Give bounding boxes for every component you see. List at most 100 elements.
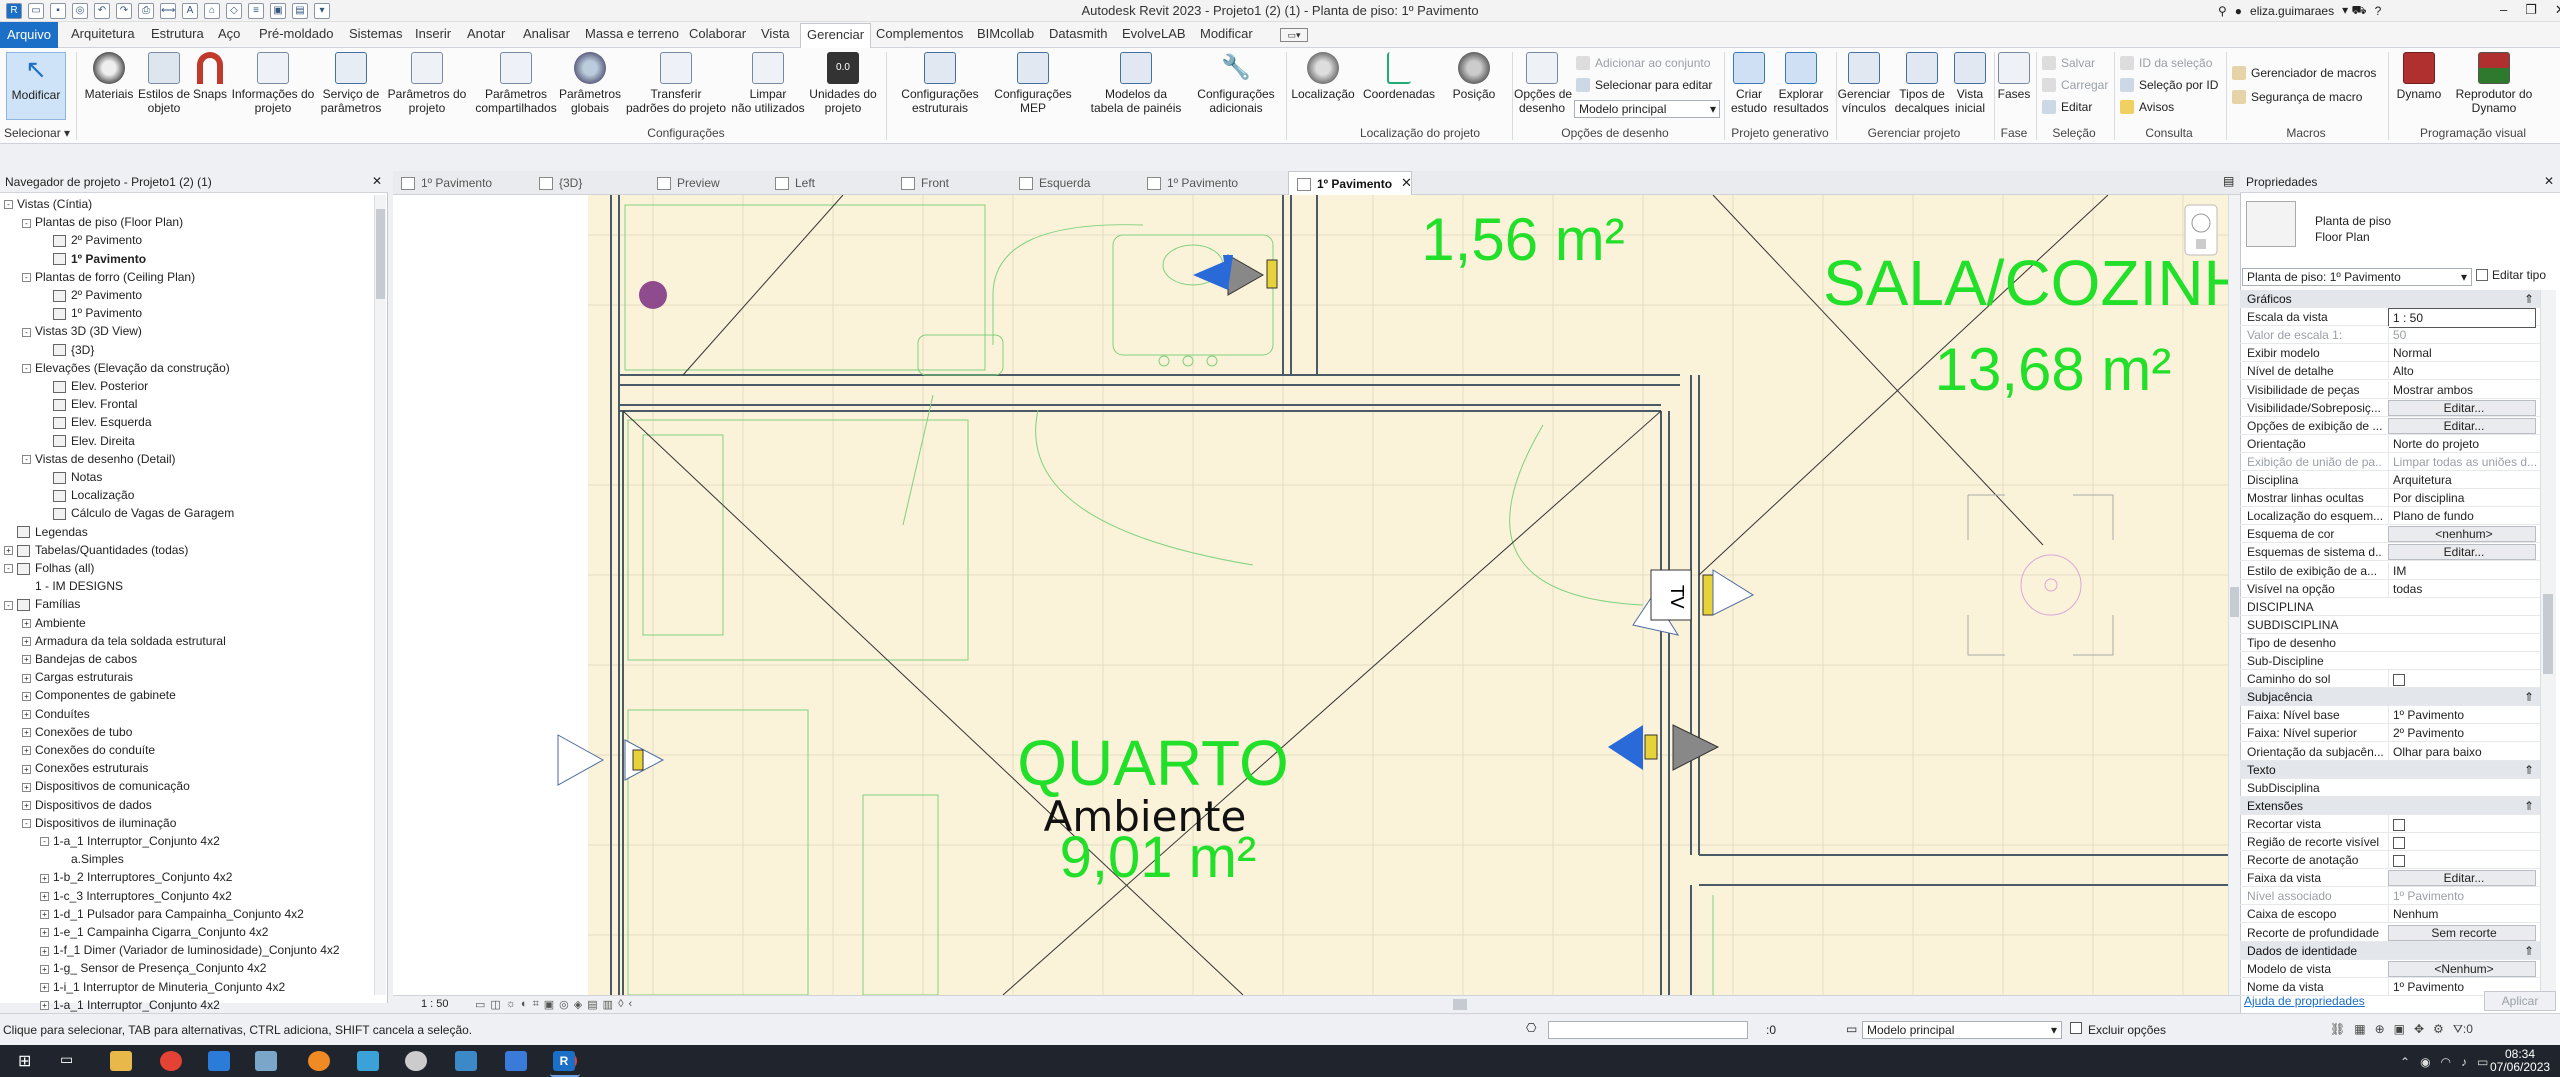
browser-tree-item[interactable]: - Folhas (all) [4,559,94,577]
browser-tree-item[interactable]: Legendas [4,523,88,541]
browser-tree-item[interactable]: + Conexões estruturais [22,759,148,777]
app-icon-3[interactable] [405,1051,427,1071]
property-row[interactable]: Visibilidade de peças Mostrar ambos [2240,380,2540,399]
tab-arquivo[interactable]: Arquivo [0,22,58,48]
property-button[interactable]: Editar... [2388,399,2536,416]
browser-tree-item[interactable]: + Dispositivos de comunicação [22,777,190,795]
browser-tree-item[interactable]: +1-a_1 Interruptor_Conjunto 4x2 [40,996,220,1014]
browser-tree-item[interactable]: Cálculo de Vagas de Garagem [40,504,234,522]
property-row[interactable]: Exibição de união de pa... Limpar todas a… [2240,452,2540,471]
tab-1-pavimento-a[interactable]: 1º Pavimento [393,171,531,195]
property-checkbox[interactable] [2393,818,2405,831]
starting-view-button[interactable]: Vista inicial [1950,52,1990,115]
property-row[interactable]: Nível associado 1º Pavimento [2240,887,2540,906]
tab-gerenciar[interactable]: Gerenciar [800,23,872,48]
browser-tree-item[interactable]: 1º Pavimento [40,304,142,322]
tab-analisar[interactable]: Analisar [523,26,570,41]
room2-name[interactable]: SALA/COZINHA [1823,247,2240,319]
browser-tree-item[interactable]: + Ambiente [22,614,86,632]
property-button[interactable]: <nenhum> [2388,526,2536,543]
property-row[interactable]: Mostrar linhas ocultas Por disciplina [2240,489,2540,508]
collapse-icon[interactable]: - [22,364,31,374]
additional-settings-button[interactable]: 🔧 Configurações adicionais [1190,52,1282,115]
navigation-wheel-icon[interactable] [2184,204,2218,256]
browser-tree-item[interactable]: + Cargas estruturais [22,668,133,686]
plumbing-point[interactable] [639,281,667,309]
property-row[interactable]: Recortar vista [2240,814,2540,833]
property-value[interactable]: 50 [2388,326,2536,345]
macro-security-button[interactable]: Segurança de macro [2232,90,2362,104]
ribbon-options-icon[interactable]: ▭▾ [1280,28,1308,42]
property-row[interactable]: Nível de detalhe Alto [2240,362,2540,381]
property-value[interactable]: Arquitetura [2388,471,2536,489]
property-category[interactable]: Gráficos ⇑ [2240,290,2540,308]
browser-tree-item[interactable]: 1 - IM DESIGNS [22,577,123,595]
tab-inserir[interactable]: Inserir [415,26,451,41]
select-dropdown[interactable]: Selecionar ▾ [4,126,70,140]
tab-vista[interactable]: Vista [761,26,790,41]
property-checkbox[interactable] [2393,836,2405,849]
clock[interactable]: 08:34 07/06/2023 [2490,1048,2550,1074]
property-row[interactable]: SUBDISCIPLINA [2240,616,2540,634]
property-value[interactable]: 1º Pavimento [2388,887,2536,906]
tab-anotar[interactable]: Anotar [467,26,505,41]
collapse-icon[interactable]: - [4,564,13,574]
property-checkbox[interactable] [2393,854,2405,867]
browser-tree-item[interactable]: - Vistas 3D (3D View) [22,322,142,340]
property-button[interactable]: Editar... [2388,417,2536,434]
browser-tree-item[interactable]: -1-a_1 Interruptor_Conjunto 4x2 [40,832,220,850]
property-value[interactable]: 1º Pavimento [2388,706,2536,725]
browser-scroll-thumb[interactable] [376,209,385,299]
tab-datasmith[interactable]: Datasmith [1049,26,1108,41]
property-row[interactable]: Sub-Discipline [2240,652,2540,670]
property-value[interactable]: Olhar para baixo [2388,742,2536,761]
browser-tree-item[interactable]: Elev. Frontal [40,395,137,413]
property-row[interactable]: Faixa: Nível base 1º Pavimento [2240,706,2540,725]
collapse-icon[interactable]: - [22,455,31,465]
create-study-button[interactable]: Criar estudo [1726,52,1772,115]
minimize-icon[interactable]: – [2500,2,2507,18]
select-links-icon[interactable]: ⛓ [2330,1022,2345,1037]
expand-icon[interactable]: + [22,800,31,810]
property-row[interactable]: Caminho do sol [2240,670,2540,689]
property-category[interactable]: Extensões ⇑ [2240,796,2540,815]
property-row[interactable]: Região de recorte visível [2240,833,2540,851]
property-value[interactable] [2388,833,2536,851]
expand-icon[interactable]: + [4,546,13,556]
expand-icon[interactable]: + [22,691,31,701]
browser-tree-item[interactable]: + Armadura da tela soldada estrutural [22,632,226,650]
project-params-button[interactable]: Parâmetros do projeto [384,52,470,115]
tab-estrutura[interactable]: Estrutura [151,26,204,41]
user-name[interactable]: eliza.guimaraes [2250,4,2334,18]
expand-icon[interactable]: + [40,928,49,938]
property-row[interactable]: Localização do esquem... Plano de fundo [2240,507,2540,526]
blender-icon[interactable] [308,1051,330,1071]
help-icon[interactable]: ? [2375,4,2382,18]
analysis-icon[interactable]: ▥ [603,998,613,1011]
collapse-icon[interactable]: - [22,327,31,337]
tab-1-pavimento-b[interactable]: 1º Pavimento [1139,171,1261,195]
collapse-icon[interactable]: - [4,600,13,610]
expand-icon[interactable]: + [22,673,31,683]
close-tab-icon[interactable]: ✕ [1401,175,1412,191]
expand-icon[interactable]: + [22,746,31,756]
warnings-button[interactable]: Avisos [2120,100,2174,114]
collapse-icon[interactable]: - [22,218,31,228]
property-category[interactable]: Dados de identidade ⇑ [2240,941,2540,960]
property-value[interactable]: Normal [2388,344,2536,363]
collapse-icon[interactable]: - [40,837,49,847]
binoculars-icon[interactable]: ⚲ [2218,4,2227,18]
properties-scrollbar[interactable] [2540,290,2556,994]
drag-elements-icon[interactable]: ✥ [2414,1022,2424,1037]
browser-tree-item[interactable]: + Conexões de tubo [22,723,132,741]
edit-selection-button[interactable]: Editar [2042,100,2092,114]
decal-types-button[interactable]: Tipos de decalques [1892,52,1952,115]
temp-props-icon[interactable]: ▤ [587,998,597,1011]
property-value[interactable]: Plano de fundo [2388,507,2536,526]
param-service-button[interactable]: Serviço de parâmetros [318,52,384,115]
tab-bimcollab[interactable]: BIMcollab [977,26,1034,41]
property-value[interactable]: 2º Pavimento [2388,724,2536,743]
browser-tree-item[interactable]: Elev. Posterior [40,377,148,395]
mep-settings-button[interactable]: Configurações MEP [988,52,1078,115]
tab-left[interactable]: Left [767,171,893,195]
